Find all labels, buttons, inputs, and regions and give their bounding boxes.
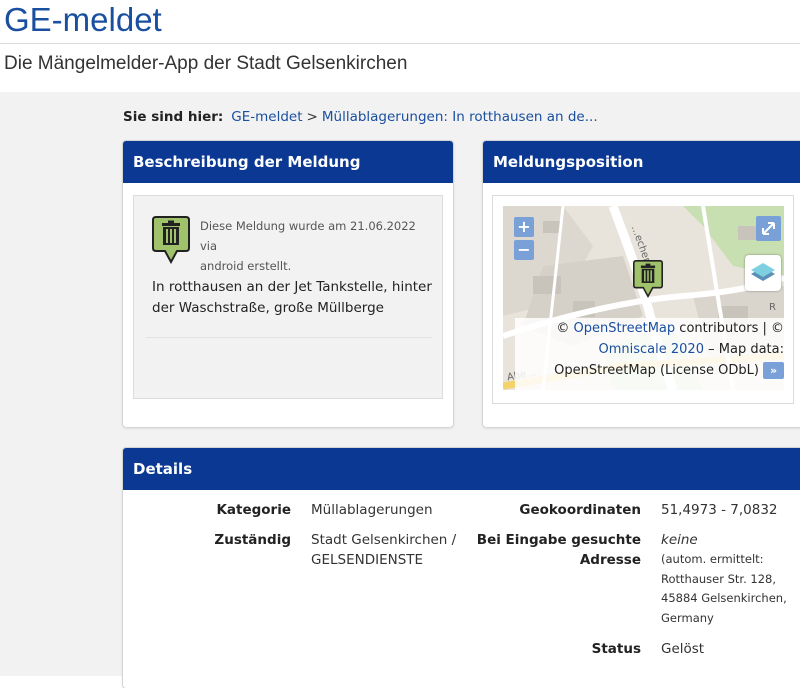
trash-can-icon bbox=[152, 216, 190, 264]
description-panel: Beschreibung der Meldung Diese Meldung w… bbox=[123, 141, 453, 427]
report-meta-line: android erstellt. bbox=[200, 259, 292, 273]
category-value: Müllablagerungen bbox=[311, 502, 433, 518]
breadcrumb: Sie sind hier: GE-meldet > Müllablagerungen… bbox=[123, 108, 598, 126]
layers-icon bbox=[751, 263, 775, 281]
report-description: In rotthausen an der Jet Tankstelle, hin… bbox=[152, 277, 436, 319]
status-value: Gelöst bbox=[661, 641, 705, 657]
fullscreen-icon bbox=[762, 222, 775, 235]
openstreetmap-link[interactable]: OpenStreetMap bbox=[573, 321, 675, 336]
searched-address-label: Bei Eingabe gesuchte Adresse bbox=[423, 530, 641, 570]
map-container: …echenst… Abe… R + − bbox=[492, 195, 794, 404]
attribution-text: – Map data: bbox=[708, 342, 784, 357]
description-box: Diese Meldung wurde am 21.06.2022 via an… bbox=[133, 195, 443, 399]
map-street-label: R bbox=[769, 302, 776, 313]
status-label: Status bbox=[591, 641, 641, 657]
report-description-line: In rotthausen an der Jet Tankstelle, hin… bbox=[152, 279, 432, 295]
attribution-license: OpenStreetMap (License ODbL) bbox=[554, 363, 759, 378]
breadcrumb-label: Sie sind hier: bbox=[123, 109, 224, 125]
copyright-symbol: © bbox=[556, 321, 570, 336]
breadcrumb-separator: > bbox=[306, 109, 318, 125]
details-panel: Details Kategorie Müllablagerungen Zustä… bbox=[123, 448, 800, 688]
report-meta-line: Diese Meldung wurde am 21.06.2022 via bbox=[200, 219, 416, 253]
auto-address-line: Germany bbox=[661, 610, 714, 625]
map-attribution: © OpenStreetMap contributors | © Omnisca… bbox=[515, 318, 784, 390]
responsible-label: Zuständig bbox=[214, 532, 291, 548]
attribution-text: contributors | © bbox=[679, 321, 784, 336]
position-panel-title: Meldungsposition bbox=[483, 141, 800, 183]
searched-address-value: keine (autom. ermittelt: Rotthauser Str.… bbox=[661, 530, 800, 628]
map-marker-icon[interactable] bbox=[633, 260, 663, 298]
breadcrumb-home-link[interactable]: GE-meldet bbox=[231, 109, 302, 125]
geocoordinates-label: Geokoordinaten bbox=[519, 502, 641, 518]
omniscale-link[interactable]: Omniscale 2020 bbox=[599, 342, 704, 357]
geocoordinates-value: 51,4973 - 7,0832 bbox=[661, 502, 778, 518]
zoom-in-button[interactable]: + bbox=[514, 217, 534, 237]
attribution-toggle-button[interactable]: » bbox=[763, 362, 784, 379]
site-title[interactable]: GE-meldet bbox=[4, 0, 162, 40]
fullscreen-button[interactable] bbox=[756, 216, 781, 241]
position-panel: Meldungsposition …echenst… R + − © OpenS… bbox=[483, 141, 800, 427]
report-description-line: der Waschstraße, große Müllberge bbox=[152, 300, 384, 316]
searched-address-label-line: Bei Eingabe gesuchte bbox=[476, 532, 641, 548]
site-subtitle: Die Mängelmelder-App der Stadt Gelsenkir… bbox=[4, 53, 408, 74]
auto-address-line: Rotthauser Str. 128, bbox=[661, 571, 776, 586]
map[interactable]: …echenst… Abe… R + − bbox=[503, 206, 784, 390]
description-divider bbox=[146, 337, 432, 338]
searched-address-none: keine bbox=[661, 532, 698, 548]
category-label: Kategorie bbox=[216, 502, 291, 518]
auto-address-line: (autom. ermittelt: bbox=[661, 552, 764, 566]
layers-button[interactable] bbox=[745, 255, 781, 291]
auto-address-line: 45884 Gelsenkirchen, bbox=[661, 591, 787, 605]
report-meta: Diese Meldung wurde am 21.06.2022 via an… bbox=[200, 216, 432, 276]
zoom-out-button[interactable]: − bbox=[514, 240, 534, 260]
description-panel-title: Beschreibung der Meldung bbox=[123, 141, 453, 183]
searched-address-label-line: Adresse bbox=[579, 552, 641, 568]
details-panel-title: Details bbox=[123, 448, 800, 490]
header-divider bbox=[0, 43, 800, 44]
breadcrumb-current-link[interactable]: Müllablagerungen: In rotthausen an de... bbox=[322, 109, 598, 125]
